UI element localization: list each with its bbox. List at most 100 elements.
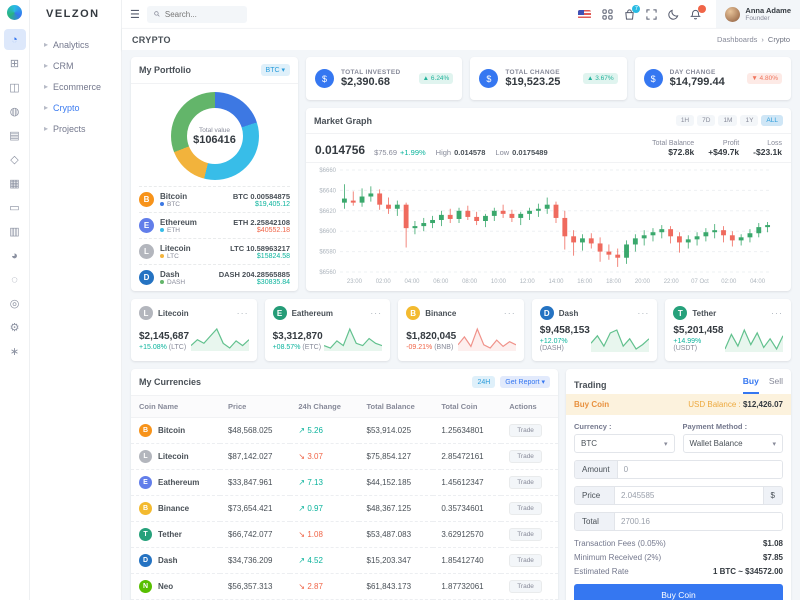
profit-label: Profit (722, 140, 740, 147)
svg-text:22:00: 22:00 (664, 279, 680, 285)
svg-text:07 Oct: 07 Oct (691, 279, 709, 285)
portfolio-coin-row[interactable]: B Bitcoin BTC BTC 0.00584875 $19,405.12 (139, 186, 290, 212)
cell-24h-change: ↗ 5.26 (290, 417, 359, 444)
rail-item-dashboards-icon[interactable]: ◔ (3, 29, 26, 50)
trade-button[interactable]: Trade (509, 476, 542, 489)
neo-coin-icon: N (139, 580, 152, 593)
candlestick-chart: $6560 $6580 $6600 $6620 $6640 $6660 23:00 02:00… (306, 163, 791, 289)
rail-item-maps-icon[interactable]: ◎ (4, 293, 26, 314)
svg-text:08:00: 08:00 (462, 279, 478, 285)
trade-button[interactable]: Trade (509, 528, 542, 541)
trade-button[interactable]: Trade (509, 554, 542, 567)
more-options-icon[interactable]: ··· (771, 308, 783, 318)
coin-values: BTC 0.00584875 $19,405.12 (233, 192, 290, 208)
range-button-1y[interactable]: 1Y (740, 115, 759, 126)
brand-logo-icon[interactable] (7, 5, 22, 20)
range-button-7d[interactable]: 7D (697, 115, 716, 126)
rail-item-widgets-icon[interactable]: ◇ (4, 149, 26, 170)
coin-values: LTC 10.58963217 $15824.58 (230, 244, 290, 260)
rail-item-multi-level-icon[interactable]: ∗ (4, 341, 26, 362)
stat-coin-icon: $ (479, 69, 499, 88)
range-button-1m[interactable]: 1M (718, 115, 738, 126)
trade-button[interactable]: Trade (509, 502, 542, 515)
rail-item-icons-icon[interactable]: ◌ (4, 269, 26, 290)
svg-text:$6600: $6600 (319, 229, 336, 235)
range-button-1h[interactable]: 1H (675, 115, 695, 126)
sidebar-item-crypto[interactable]: ▸ Crypto (30, 97, 121, 118)
trade-button[interactable]: Trade (509, 450, 542, 463)
cell-price: $48,568.025 (219, 417, 291, 444)
dash-coin-icon: D (539, 306, 554, 320)
eathereum-coin-icon: E (272, 306, 287, 320)
more-options-icon[interactable]: ··· (370, 308, 382, 318)
sidebar-item-projects[interactable]: ▸ Projects (30, 118, 121, 139)
bitcoin-coin-icon: B (139, 192, 154, 207)
sidebar-item-label: Analytics (53, 39, 90, 50)
portfolio-currency-dropdown[interactable]: BTC ▾ (260, 64, 290, 76)
search-box[interactable] (146, 5, 247, 23)
currency-select[interactable]: BTC ▾ (574, 434, 675, 453)
range-button-all[interactable]: ALL (761, 115, 783, 126)
rail-item-forms-icon[interactable]: ▭ (4, 197, 26, 218)
search-input[interactable] (164, 9, 240, 19)
coin-card-sparkline (324, 325, 383, 351)
coin-card-change: +14.99% (USDT) (673, 338, 702, 352)
more-options-icon[interactable]: ··· (504, 308, 516, 318)
coin-card-name: Binance (425, 308, 457, 318)
more-options-icon[interactable]: ··· (237, 308, 249, 318)
notifications-bell-icon[interactable]: 3 (690, 4, 707, 20)
coin-card-sparkline (190, 325, 249, 351)
apps-grid-icon[interactable] (602, 8, 614, 20)
chevron-down-icon: ▾ (772, 440, 776, 448)
trading-card: Trading Buy Sell Buy Coin USD Balance : … (566, 369, 791, 600)
portfolio-coin-row[interactable]: E Ethereum ETH ETH 2.25842108 $40552.18 (139, 212, 290, 238)
rail-item-tables-icon[interactable]: ▥ (4, 221, 26, 242)
coin-card-sparkline (457, 325, 516, 351)
cell-price: $87,142.027 (219, 443, 291, 470)
rail-item-pages-icon[interactable]: ▤ (4, 125, 26, 146)
loss-label: Loss (767, 140, 782, 147)
rail-item-settings-icon[interactable]: ⚙ (4, 317, 26, 338)
get-report-button[interactable]: Get Report ▾ (500, 376, 550, 388)
rail-item-apps-icon[interactable]: ⊞ (4, 53, 26, 74)
coin-card-header: T Tether ··· (673, 306, 783, 320)
column-header: Total Coin (433, 396, 502, 418)
user-menu[interactable]: Anna Adame Founder (716, 0, 800, 28)
amount-input[interactable] (617, 461, 782, 478)
tab-buy[interactable]: Buy (742, 376, 759, 394)
sidebar-item-crm[interactable]: ▸ CRM (30, 55, 121, 76)
cell-total-coin: 3.62912570 (433, 521, 502, 548)
price-input[interactable] (615, 487, 763, 504)
language-flag-icon[interactable] (578, 9, 592, 19)
payment-method-select[interactable]: Wallet Balance ▾ (682, 434, 783, 453)
price-input-group: Price $ (574, 486, 783, 505)
tab-sell[interactable]: Sell (769, 376, 783, 394)
portfolio-coin-row[interactable]: L Litecoin LTC LTC 10.58963217 $15824.58 (139, 238, 290, 264)
breadcrumb-parent[interactable]: Dashboards (717, 35, 757, 44)
coin-card-values: $5,201,458 +14.99% (USDT) (673, 325, 725, 352)
donut-center-label: Total value (198, 126, 231, 134)
fullscreen-icon[interactable] (646, 8, 658, 20)
cell-coin-name: N Neo (131, 573, 220, 600)
rail-item-charts-icon[interactable]: ◕ (4, 245, 26, 266)
menu-toggle-icon[interactable]: ☰ (130, 8, 140, 21)
cart-icon[interactable]: 7 (624, 4, 641, 20)
sidebar-item-analytics[interactable]: ▸ Analytics (30, 34, 121, 55)
rail-item-ui-elements-icon[interactable]: ▦ (4, 173, 26, 194)
sidebar-item-ecommerce[interactable]: ▸ Ecommerce (30, 76, 121, 97)
total-input[interactable] (615, 513, 782, 530)
buy-coin-button[interactable]: Buy Coin (574, 584, 783, 600)
stat-label: TOTAL INVESTED (341, 69, 401, 76)
donut-center-value: $106416 (193, 133, 236, 146)
rail-item-layouts-icon[interactable]: ◫ (4, 77, 26, 98)
range-24h-button[interactable]: 24H (472, 376, 496, 388)
dark-mode-moon-icon[interactable] (668, 9, 679, 20)
coin-card-body: $5,201,458 +14.99% (USDT) (673, 325, 783, 352)
trade-button[interactable]: Trade (509, 580, 542, 593)
rail-item-authentication-icon[interactable]: ◍ (4, 101, 26, 122)
trade-button[interactable]: Trade (509, 424, 542, 437)
portfolio-coin-row[interactable]: D Dash DASH DASH 204.28565885 $30835.84 (139, 264, 290, 290)
stat-value: $14,799.44 (669, 76, 725, 88)
total-balance-value: $72.8k (668, 147, 695, 157)
more-options-icon[interactable]: ··· (637, 308, 649, 318)
